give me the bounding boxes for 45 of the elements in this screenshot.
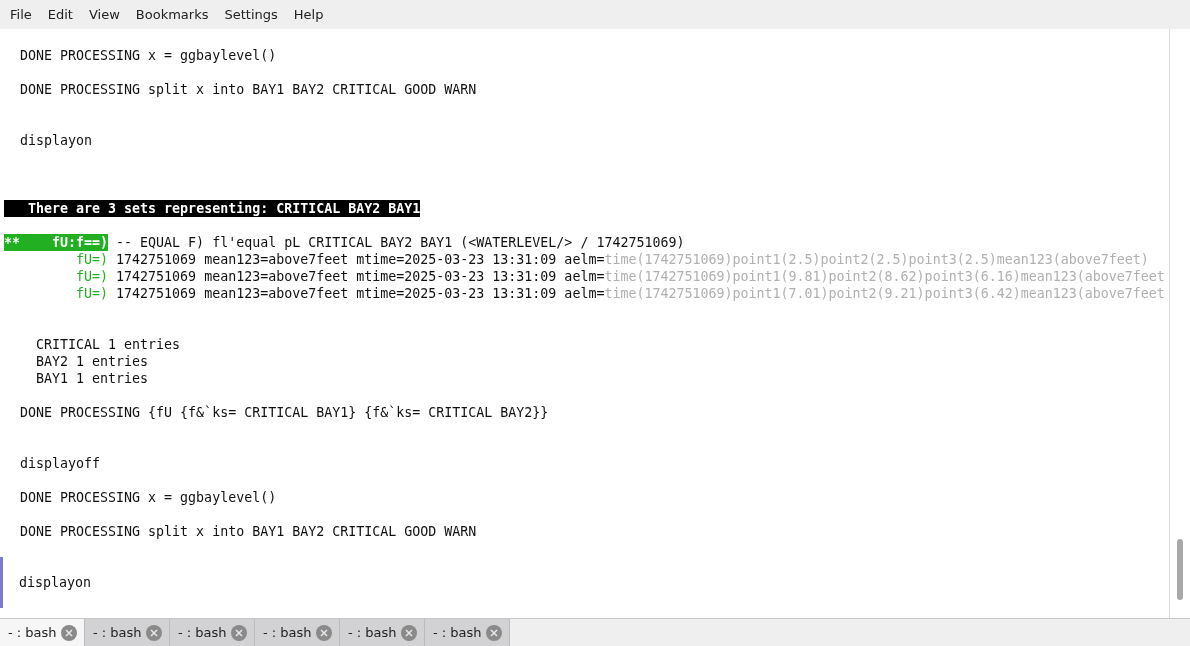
terminal-line: DONE PROCESSING x = ggbaylevel()	[19, 47, 277, 64]
terminal-line: 1742751069 mean123=above7feet mtime=2025-03-23 13:31:09 aelm=time(1742751069)point1(9.81)point2(8.62)point3(6.16)mean123(above7feet	[115, 268, 1165, 285]
match-label: fU=)	[75, 268, 109, 285]
terminal-line: 1742751069 mean123=above7feet mtime=2025-03-23 13:31:09 aelm=time(1742751069)point1(7.01)point2(9.21)point3(6.42)mean123(above7feet	[115, 285, 1165, 302]
tab-label: - : bash	[178, 625, 227, 640]
menu-item[interactable]: Settings	[216, 7, 286, 22]
terminal-line: CRITICAL 1 entries	[35, 336, 181, 353]
tab-label: - : bash	[348, 625, 397, 640]
close-icon[interactable]	[485, 624, 502, 641]
label-text: fU:f==)	[52, 234, 109, 251]
close-icon[interactable]	[60, 624, 77, 641]
terminal-tab[interactable]: - : bash	[255, 619, 340, 646]
terminal-tab[interactable]: - : bash	[85, 619, 170, 646]
terminal-tab[interactable]: - : bash	[0, 619, 85, 646]
marker-text: **	[4, 234, 20, 251]
terminal-line: DONE PROCESSING split x into BAY1 BAY2 CRITICAL GOOD WARN	[19, 81, 477, 98]
close-icon[interactable]	[145, 624, 162, 641]
menu-item[interactable]: Edit	[39, 7, 81, 22]
tab-label: - : bash	[263, 625, 312, 640]
terminal-line: DONE PROCESSING {fU {f&`ks= CRITICAL BAY1} {f&`ks= CRITICAL BAY2}}	[19, 404, 549, 421]
menu-item[interactable]: Bookmarks	[127, 7, 217, 22]
terminal-line: DONE PROCESSING x = ggbaylevel()	[19, 489, 277, 506]
match-label: fU=)	[75, 285, 109, 302]
terminal-tab[interactable]: - : bash	[340, 619, 425, 646]
tab-label: - : bash	[93, 625, 142, 640]
terminal-line: BAY2 1 entries	[35, 353, 149, 370]
terminal-line: BAY1 1 entries	[35, 370, 149, 387]
close-icon[interactable]	[315, 624, 332, 641]
terminal-line: displayon	[19, 574, 92, 591]
menu-item[interactable]: View	[80, 7, 128, 22]
close-icon[interactable]	[230, 624, 247, 641]
menu-item[interactable]: File	[2, 7, 40, 22]
match-label: fU=)	[75, 251, 109, 268]
menu-item[interactable]: Help	[285, 7, 332, 22]
scrollbar-thumb[interactable]	[1177, 539, 1183, 600]
terminal-tab[interactable]: - : bash	[425, 619, 510, 646]
terminal-line: DONE PROCESSING split x into BAY1 BAY2 CRITICAL GOOD WARN	[19, 523, 477, 540]
terminal-line: displayoff	[19, 455, 101, 472]
tab-label: - : bash	[433, 625, 482, 640]
close-icon[interactable]	[400, 624, 417, 641]
terminal-line: -- EQUAL F) fl'equal pL CRITICAL BAY2 BAY1 (<WATERLEVEL/> / 1742751069)	[115, 234, 685, 251]
terminal-line: 1742751069 mean123=above7feet mtime=2025-03-23 13:31:09 aelm=time(1742751069)point1(2.5)point2(2.5)point3(2.5)mean123(above7feet)	[115, 251, 1149, 268]
tab-label: - : bash	[8, 625, 57, 640]
terminal-line: displayon	[19, 132, 93, 149]
terminal-tab[interactable]: - : bash	[170, 619, 255, 646]
